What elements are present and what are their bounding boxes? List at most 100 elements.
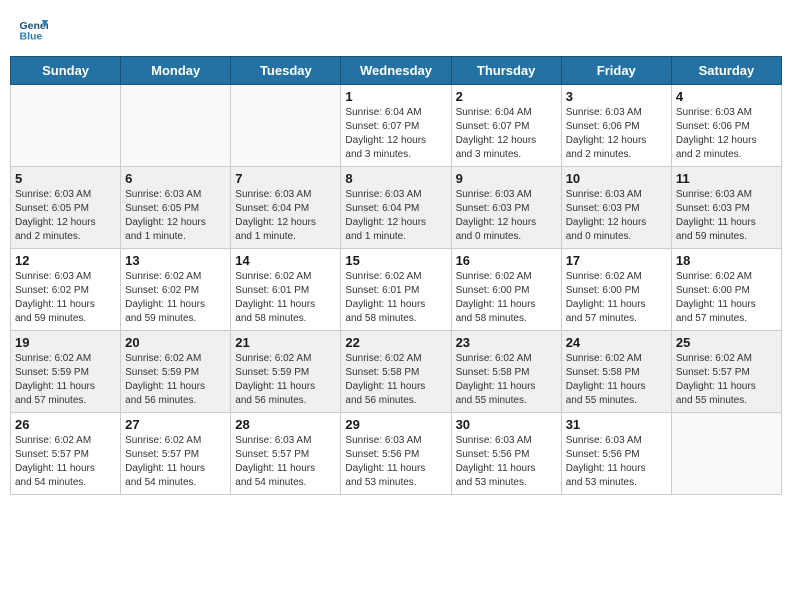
- day-info: Sunrise: 6:03 AM Sunset: 5:56 PM Dayligh…: [345, 434, 446, 490]
- calendar-cell: 28 Sunrise: 6:03 AM Sunset: 5:57 PM Dayli…: [231, 413, 341, 495]
- day-number: 26: [15, 417, 116, 432]
- day-number: 5: [15, 171, 116, 186]
- calendar-cell: 5Sunrise: 6:03 AM Sunset: 6:05 PM Daylig…: [11, 167, 121, 249]
- calendar-week-row: 5 Sunrise: 6:03 AM Sunset: 6:05 PM Daylig…: [11, 167, 782, 249]
- calendar-cell: 23 Sunrise: 6:02 AM Sunset: 5:58 PM Dayli…: [451, 331, 561, 413]
- calendar-cell: [11, 85, 121, 167]
- day-number: 29: [345, 417, 446, 432]
- day-of-week-header: Monday: [121, 57, 231, 85]
- day-number: 18: [676, 253, 777, 268]
- calendar-cell: 16 Sunrise: 6:02 AM Sunset: 6:00 PM Dayli…: [451, 249, 561, 331]
- day-number: 17: [566, 253, 667, 268]
- day-info: Sunrise: 6:03 AM Sunset: 6:06 PM Dayligh…: [566, 106, 667, 162]
- calendar-cell: 31 Sunrise: 6:03 AM Sunset: 5:56 PM Dayli…: [561, 413, 671, 495]
- day-number: 20: [125, 335, 226, 350]
- calendar-cell: 8 Sunrise: 6:03 AM Sunset: 6:04 PM Daylig…: [341, 167, 451, 249]
- calendar-cell: [671, 413, 781, 495]
- calendar-cell: 13Sunrise: 6:02 AM Sunset: 6:02 PM Dayli…: [121, 249, 231, 331]
- calendar-cell: 6 Sunrise: 6:03 AM Sunset: 6:05 PM Daylig…: [121, 167, 231, 249]
- day-of-week-header: Tuesday: [231, 57, 341, 85]
- calendar-cell: 2 Sunrise: 6:04 AM Sunset: 6:07 PM Daylig…: [451, 85, 561, 167]
- calendar-cell: 4 Sunrise: 6:03 AM Sunset: 6:06 PM Daylig…: [671, 85, 781, 167]
- day-of-week-header: Sunday: [11, 57, 121, 85]
- calendar-week-row: 12 Sunrise: 6:03 AM Sunset: 6:02 PM Dayli…: [11, 249, 782, 331]
- page-header: General Blue: [10, 10, 782, 48]
- day-number: 22: [345, 335, 446, 350]
- calendar-cell: [121, 85, 231, 167]
- day-info: Sunrise: 6:03 AM Sunset: 6:06 PM Dayligh…: [676, 106, 777, 162]
- day-of-week-header: Wednesday: [341, 57, 451, 85]
- day-number: 2: [456, 89, 557, 104]
- day-info: Sunrise: 6:02 AM Sunset: 5:58 PM Dayligh…: [456, 352, 557, 408]
- day-number: 3: [566, 89, 667, 104]
- day-number: 6: [125, 171, 226, 186]
- calendar-cell: 26 Sunrise: 6:02 AM Sunset: 5:57 PM Dayli…: [11, 413, 121, 495]
- day-info: Sunrise: 6:04 AM Sunset: 6:07 PM Dayligh…: [456, 106, 557, 162]
- day-number: 28: [235, 417, 336, 432]
- day-number: 16: [456, 253, 557, 268]
- calendar-cell: 3 Sunrise: 6:03 AM Sunset: 6:06 PM Daylig…: [561, 85, 671, 167]
- day-number: 10: [566, 171, 667, 186]
- calendar-cell: 21 Sunrise: 6:02 AM Sunset: 5:59 PM Dayli…: [231, 331, 341, 413]
- calendar-cell: 29 Sunrise: 6:03 AM Sunset: 5:56 PM Dayli…: [341, 413, 451, 495]
- day-info: Sunrise: 6:02 AM Sunset: 6:01 PM Dayligh…: [345, 270, 446, 326]
- svg-text:Blue: Blue: [20, 31, 43, 43]
- day-info: Sunrise: 6:03 AM Sunset: 6:05 PM Dayligh…: [125, 188, 226, 244]
- calendar-cell: 15 Sunrise: 6:02 AM Sunset: 6:01 PM Dayli…: [341, 249, 451, 331]
- day-number: 15: [345, 253, 446, 268]
- logo: General Blue: [18, 14, 52, 44]
- day-of-week-header: Thursday: [451, 57, 561, 85]
- day-number: 30: [456, 417, 557, 432]
- day-info: Sunrise: 6:02 AM Sunset: 6:00 PM Dayligh…: [456, 270, 557, 326]
- day-number: 31: [566, 417, 667, 432]
- day-number: 4: [676, 89, 777, 104]
- calendar-cell: 24Sunrise: 6:02 AM Sunset: 5:58 PM Dayli…: [561, 331, 671, 413]
- calendar-cell: 18 Sunrise: 6:02 AM Sunset: 6:00 PM Dayli…: [671, 249, 781, 331]
- day-info: Sunrise: 6:03 AM Sunset: 6:04 PM Dayligh…: [345, 188, 446, 244]
- day-number: 14: [235, 253, 336, 268]
- calendar-cell: 7Sunrise: 6:03 AM Sunset: 6:04 PM Daylig…: [231, 167, 341, 249]
- day-info: Sunrise: 6:03 AM Sunset: 6:03 PM Dayligh…: [676, 188, 777, 244]
- day-info: Sunrise: 6:02 AM Sunset: 5:57 PM Dayligh…: [125, 434, 226, 490]
- calendar-week-row: 19 Sunrise: 6:02 AM Sunset: 5:59 PM Dayli…: [11, 331, 782, 413]
- calendar-week-row: 1 Sunrise: 6:04 AM Sunset: 6:07 PM Daylig…: [11, 85, 782, 167]
- day-of-week-header: Friday: [561, 57, 671, 85]
- day-number: 12: [15, 253, 116, 268]
- calendar-cell: [231, 85, 341, 167]
- calendar-cell: 30 Sunrise: 6:03 AM Sunset: 5:56 PM Dayli…: [451, 413, 561, 495]
- calendar-cell: 14Sunrise: 6:02 AM Sunset: 6:01 PM Dayli…: [231, 249, 341, 331]
- day-number: 19: [15, 335, 116, 350]
- calendar-header-row: SundayMondayTuesdayWednesdayThursdayFrid…: [11, 57, 782, 85]
- day-info: Sunrise: 6:03 AM Sunset: 5:56 PM Dayligh…: [456, 434, 557, 490]
- calendar-cell: 9 Sunrise: 6:03 AM Sunset: 6:03 PM Daylig…: [451, 167, 561, 249]
- day-number: 21: [235, 335, 336, 350]
- day-number: 24: [566, 335, 667, 350]
- calendar-cell: 27Sunrise: 6:02 AM Sunset: 5:57 PM Dayli…: [121, 413, 231, 495]
- day-info: Sunrise: 6:02 AM Sunset: 6:00 PM Dayligh…: [566, 270, 667, 326]
- calendar-cell: 22 Sunrise: 6:02 AM Sunset: 5:58 PM Dayli…: [341, 331, 451, 413]
- calendar-table: SundayMondayTuesdayWednesdayThursdayFrid…: [10, 56, 782, 495]
- calendar-cell: 25 Sunrise: 6:02 AM Sunset: 5:57 PM Dayli…: [671, 331, 781, 413]
- day-number: 7: [235, 171, 336, 186]
- day-number: 8: [345, 171, 446, 186]
- day-number: 1: [345, 89, 446, 104]
- day-info: Sunrise: 6:02 AM Sunset: 6:02 PM Dayligh…: [125, 270, 226, 326]
- day-info: Sunrise: 6:03 AM Sunset: 6:02 PM Dayligh…: [15, 270, 116, 326]
- calendar-cell: 11 Sunrise: 6:03 AM Sunset: 6:03 PM Dayli…: [671, 167, 781, 249]
- day-info: Sunrise: 6:02 AM Sunset: 5:58 PM Dayligh…: [345, 352, 446, 408]
- day-info: Sunrise: 6:03 AM Sunset: 5:57 PM Dayligh…: [235, 434, 336, 490]
- calendar-week-row: 26 Sunrise: 6:02 AM Sunset: 5:57 PM Dayli…: [11, 413, 782, 495]
- day-number: 23: [456, 335, 557, 350]
- day-info: Sunrise: 6:02 AM Sunset: 5:59 PM Dayligh…: [235, 352, 336, 408]
- day-info: Sunrise: 6:02 AM Sunset: 6:00 PM Dayligh…: [676, 270, 777, 326]
- day-of-week-header: Saturday: [671, 57, 781, 85]
- day-info: Sunrise: 6:02 AM Sunset: 5:59 PM Dayligh…: [15, 352, 116, 408]
- day-info: Sunrise: 6:03 AM Sunset: 5:56 PM Dayligh…: [566, 434, 667, 490]
- day-number: 9: [456, 171, 557, 186]
- day-info: Sunrise: 6:03 AM Sunset: 6:03 PM Dayligh…: [456, 188, 557, 244]
- day-info: Sunrise: 6:02 AM Sunset: 5:57 PM Dayligh…: [676, 352, 777, 408]
- day-info: Sunrise: 6:02 AM Sunset: 5:57 PM Dayligh…: [15, 434, 116, 490]
- calendar-cell: 12 Sunrise: 6:03 AM Sunset: 6:02 PM Dayli…: [11, 249, 121, 331]
- day-number: 25: [676, 335, 777, 350]
- day-number: 11: [676, 171, 777, 186]
